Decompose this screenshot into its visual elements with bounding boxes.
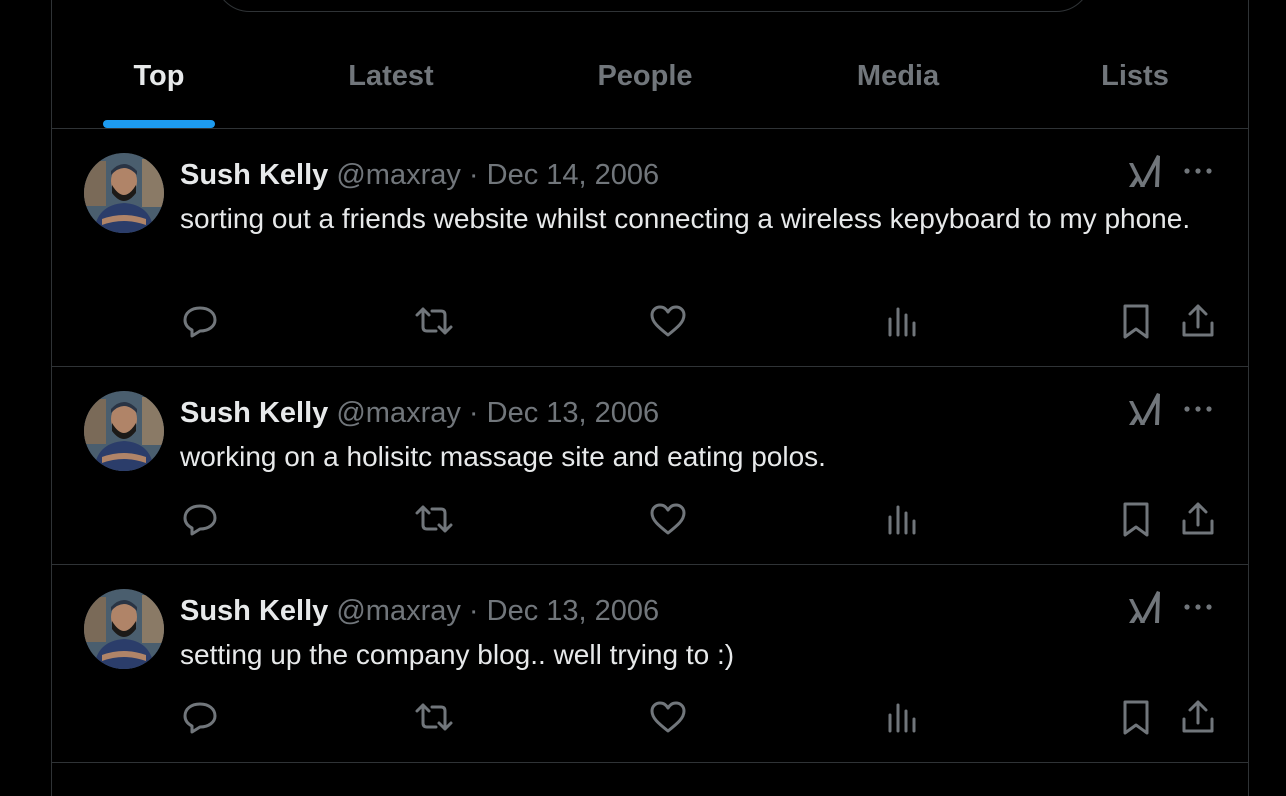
like-icon[interactable]	[648, 499, 688, 539]
separator: ·	[468, 595, 479, 627]
separator: ·	[468, 159, 479, 191]
tab-label: Latest	[348, 60, 434, 92]
tab-label: Top	[133, 60, 185, 92]
reply-icon[interactable]	[180, 697, 220, 737]
repost-icon[interactable]	[414, 697, 454, 737]
more-icon[interactable]	[1182, 161, 1214, 181]
grok-icon[interactable]	[1127, 153, 1161, 189]
share-icon[interactable]	[1178, 499, 1218, 539]
tab-top[interactable]: Top	[52, 24, 266, 128]
tweet-date[interactable]: Dec 13, 2006	[487, 595, 660, 627]
active-tab-indicator	[103, 120, 215, 128]
tweet-header: Sush Kelly @maxray · Dec 13, 2006	[180, 395, 659, 431]
share-icon[interactable]	[1178, 301, 1218, 341]
tab-latest[interactable]: Latest	[266, 24, 516, 128]
tweet-text: setting up the company blog.. well tryin…	[180, 639, 735, 670]
bookmark-icon[interactable]	[1116, 301, 1156, 341]
tab-lists[interactable]: Lists	[1022, 24, 1248, 128]
avatar[interactable]	[84, 589, 164, 669]
bookmark-icon[interactable]	[1116, 499, 1156, 539]
views-icon[interactable]	[882, 697, 922, 737]
display-name[interactable]: Sush Kelly	[180, 397, 328, 429]
tab-label: Media	[856, 60, 940, 92]
separator: ·	[468, 397, 479, 429]
tweet-date[interactable]: Dec 13, 2006	[487, 397, 660, 429]
reply-icon[interactable]	[180, 301, 220, 341]
avatar[interactable]	[84, 391, 164, 471]
like-icon[interactable]	[648, 697, 688, 737]
tweet-header: Sush Kelly @maxray · Dec 14, 2006	[180, 157, 659, 193]
tweet[interactable]: Sush Kelly @maxray · Dec 13, 2006 workin…	[52, 367, 1248, 565]
repost-icon[interactable]	[414, 301, 454, 341]
tweet[interactable]: Sush Kelly @maxray · Dec 13, 2006 settin…	[52, 565, 1248, 763]
more-icon[interactable]	[1182, 597, 1214, 617]
tab-label: People	[597, 60, 693, 92]
search-results-column: Top Latest People Media Lists Sush Kelly…	[51, 0, 1249, 796]
tab-media[interactable]: Media	[774, 24, 1022, 128]
tweet-text: sorting out a friends website whilst con…	[180, 203, 1191, 234]
views-icon[interactable]	[882, 301, 922, 341]
search-tabs: Top Latest People Media Lists	[52, 24, 1248, 129]
display-name[interactable]: Sush Kelly	[180, 595, 328, 627]
grok-icon[interactable]	[1127, 589, 1161, 625]
tab-people[interactable]: People	[516, 24, 774, 128]
share-icon[interactable]	[1178, 697, 1218, 737]
avatar[interactable]	[84, 153, 164, 233]
reply-icon[interactable]	[180, 499, 220, 539]
grok-icon[interactable]	[1127, 391, 1161, 427]
bookmark-icon[interactable]	[1116, 697, 1156, 737]
user-handle[interactable]: @maxray	[336, 595, 461, 627]
display-name[interactable]: Sush Kelly	[180, 159, 328, 191]
tweet[interactable]: Sush Kelly @maxray · Dec 14, 2006 sortin…	[52, 129, 1248, 367]
more-icon[interactable]	[1182, 399, 1214, 419]
views-icon[interactable]	[882, 499, 922, 539]
search-input[interactable]	[214, 0, 1092, 12]
repost-icon[interactable]	[414, 499, 454, 539]
user-handle[interactable]: @maxray	[336, 159, 461, 191]
tweet-date[interactable]: Dec 14, 2006	[487, 159, 660, 191]
tab-label: Lists	[1101, 60, 1169, 92]
tweet-header: Sush Kelly @maxray · Dec 13, 2006	[180, 593, 659, 629]
tweet-text: working on a holisitc massage site and e…	[180, 441, 826, 472]
like-icon[interactable]	[648, 301, 688, 341]
user-handle[interactable]: @maxray	[336, 397, 461, 429]
